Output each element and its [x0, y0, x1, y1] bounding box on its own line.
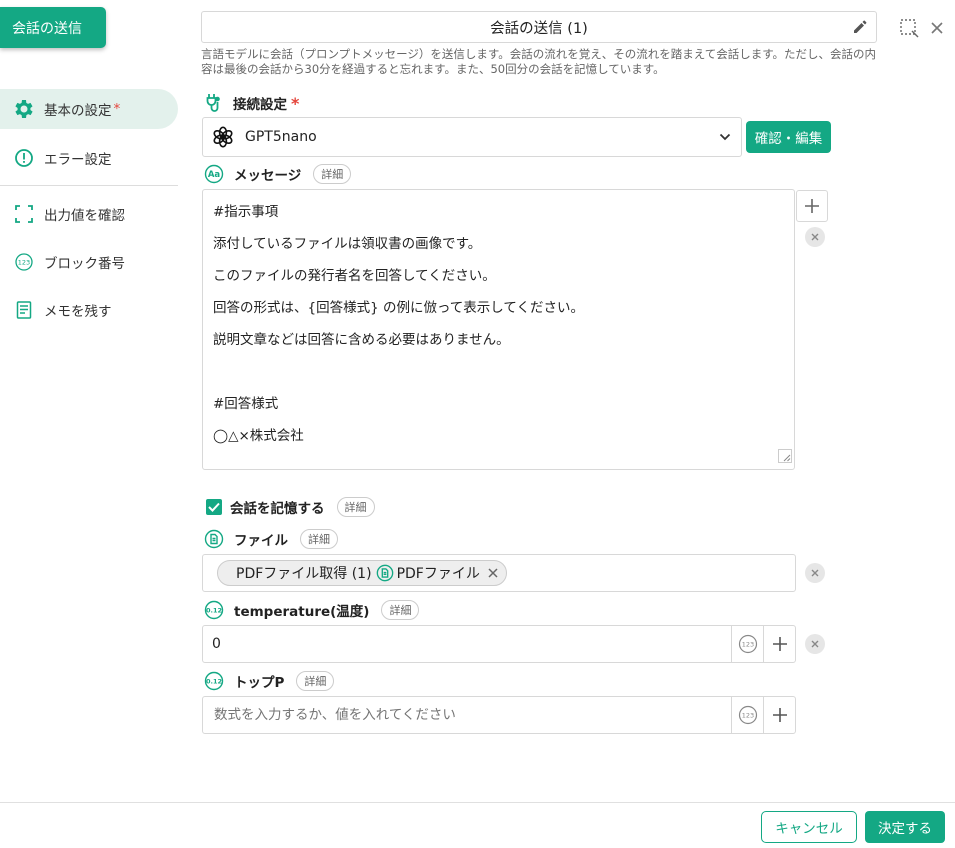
ok-button[interactable]: 決定する	[865, 811, 945, 843]
file-doc-icon	[376, 564, 394, 582]
required-mark: *	[113, 101, 121, 117]
sidebar-item-label: エラー設定	[44, 152, 112, 168]
message-label: メッセージ	[234, 168, 302, 184]
svg-text:0.12: 0.12	[206, 678, 222, 686]
file-label: ファイル	[234, 533, 288, 549]
block-type-tag: 会話の送信	[0, 7, 106, 48]
sidebar-item-block-number[interactable]: 123 ブロック番号	[0, 242, 178, 282]
detail-button[interactable]: 詳細	[313, 164, 352, 184]
sidebar-item-label: ブロック番号	[44, 256, 125, 272]
remove-temperature-button[interactable]	[805, 634, 825, 654]
message-line: このファイルの発行者名を回答してください。	[213, 268, 496, 284]
sidebar-item-label: 出力値を確認	[44, 208, 125, 224]
gear-icon	[12, 97, 36, 121]
select-area-icon[interactable]	[899, 18, 919, 42]
top-p-label: トップP	[234, 675, 285, 691]
sidebar-item-label: メモを残す	[44, 304, 112, 320]
cancel-button[interactable]: キャンセル	[761, 811, 857, 843]
message-line: 回答の形式は、{回答様式} の例に倣って表示してください。	[213, 300, 584, 316]
decimal-number-icon: 0.12	[204, 671, 224, 691]
sidebar-item-basic-settings[interactable]: 基本の設定 *	[0, 89, 178, 129]
memo-icon	[12, 298, 36, 322]
message-line: ◯△×株式会社	[213, 428, 304, 444]
temperature-section-header: 0.12 temperature(温度) 詳細	[204, 600, 420, 620]
add-expression-button[interactable]	[763, 697, 795, 733]
plug-icon	[205, 93, 223, 113]
remember-label: 会話を記憶する	[230, 501, 325, 517]
message-section-header: Aa メッセージ 詳細	[204, 164, 352, 184]
pencil-icon[interactable]	[852, 19, 868, 39]
top-p-section-header: 0.12 トップP 詳細	[204, 671, 335, 691]
decimal-number-icon: 0.12	[204, 600, 224, 620]
chip-remove-icon[interactable]	[488, 568, 498, 578]
remove-file-button[interactable]	[805, 563, 825, 583]
footer-divider	[0, 802, 955, 803]
detail-button[interactable]: 詳細	[300, 529, 338, 549]
temperature-value: 0	[212, 636, 221, 652]
file-reference-chip[interactable]: PDFファイル取得 (1) PDFファイル	[217, 560, 507, 586]
svg-text:123: 123	[741, 712, 753, 720]
add-message-button[interactable]	[796, 190, 828, 222]
plus-icon	[772, 637, 787, 651]
plus-icon	[804, 198, 820, 214]
block-description: 言語モデルに会話（プロンプトメッセージ）を送信します。会話の流れを覚え、その流れ…	[201, 47, 877, 76]
close-icon[interactable]	[930, 20, 944, 39]
number-mode-toggle[interactable]: 123	[731, 626, 763, 662]
close-icon	[811, 233, 819, 241]
remove-message-button[interactable]	[805, 227, 825, 247]
sidebar-item-check-output[interactable]: 出力値を確認	[0, 194, 178, 234]
block-title: 会話の送信 (1)	[490, 20, 588, 37]
temperature-input[interactable]: 0 123	[202, 625, 796, 663]
detail-button[interactable]: 詳細	[296, 671, 335, 691]
close-icon	[811, 640, 819, 648]
temperature-label: temperature(温度)	[234, 604, 370, 620]
file-doc-icon	[204, 529, 224, 549]
message-line	[213, 362, 784, 394]
close-icon	[811, 569, 819, 577]
top-p-input[interactable]	[212, 706, 731, 724]
remember-section: 会話を記憶する 詳細	[206, 497, 375, 517]
required-mark: *	[291, 93, 300, 113]
chevron-down-icon	[719, 133, 731, 141]
top-p-input-field[interactable]: 123	[202, 696, 796, 734]
remember-checkbox[interactable]	[206, 499, 222, 515]
sidebar-divider	[0, 185, 178, 186]
plus-icon	[772, 708, 787, 722]
message-line: #回答様式	[213, 396, 279, 412]
number-mode-toggle[interactable]: 123	[731, 697, 763, 733]
message-line: #指示事項	[213, 204, 279, 220]
frame-corners-icon	[12, 202, 36, 226]
text-type-icon: Aa	[204, 164, 224, 184]
message-line: 添付しているファイルは領収書の画像です。	[213, 236, 482, 252]
message-textarea[interactable]: #指示事項 添付しているファイルは領収書の画像です。 このファイルの発行者名を回…	[202, 189, 795, 470]
sidebar-item-label: 基本の設定	[44, 103, 112, 119]
resize-handle-icon[interactable]	[778, 448, 792, 467]
block-title-field[interactable]: 会話の送信 (1)	[201, 11, 877, 43]
confirm-edit-button[interactable]: 確認・編集	[746, 121, 831, 153]
add-expression-button[interactable]	[763, 626, 795, 662]
sidebar-item-error-settings[interactable]: エラー設定	[0, 138, 178, 178]
model-name: GPT5nano	[245, 129, 317, 145]
file-section-header: ファイル 詳細	[204, 529, 338, 549]
alert-circle-icon	[12, 146, 36, 170]
chip-source: PDFファイル取得 (1)	[236, 566, 372, 582]
sidebar-item-memo[interactable]: メモを残す	[0, 290, 178, 330]
svg-text:0.12: 0.12	[206, 607, 222, 615]
model-select[interactable]: GPT5nano	[202, 117, 742, 157]
message-line: 説明文章などは回答に含める必要はありません。	[213, 332, 510, 348]
svg-text:123: 123	[18, 259, 30, 267]
svg-text:Aa: Aa	[208, 170, 221, 180]
connection-section-header: 接続設定 *	[205, 93, 299, 113]
detail-button[interactable]: 詳細	[336, 497, 375, 517]
number-badge-icon: 123	[12, 250, 36, 274]
svg-text:123: 123	[741, 641, 753, 649]
openai-logo-icon	[211, 125, 235, 149]
file-input-field[interactable]: PDFファイル取得 (1) PDFファイル	[202, 554, 796, 592]
number-badge-icon: 123	[738, 705, 757, 725]
connection-label: 接続設定	[233, 97, 287, 113]
number-badge-icon: 123	[738, 634, 757, 654]
detail-button[interactable]: 詳細	[381, 600, 420, 620]
chip-file-name: PDFファイル	[396, 566, 480, 582]
